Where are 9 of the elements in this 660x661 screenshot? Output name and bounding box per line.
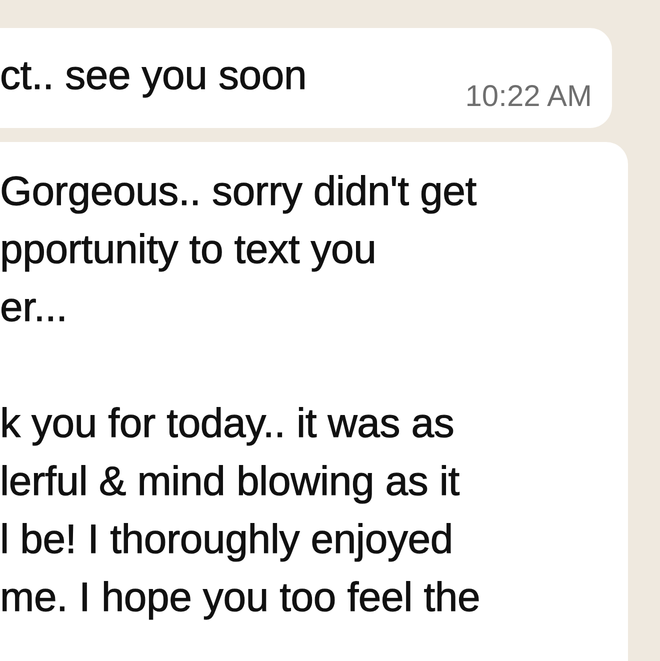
message-text: er...	[0, 283, 68, 332]
message-text: lerful & mind blowing as it	[0, 457, 460, 506]
message-text: me. I hope you too feel the	[0, 573, 482, 622]
message-text: k you for today.. it was as	[0, 399, 456, 448]
message-time: 10:22 AM	[465, 80, 592, 114]
message-text: ct.. see you soon	[0, 51, 307, 100]
message-text: pportunity to text you	[0, 225, 378, 274]
message-text: Gorgeous.. sorry didn't get	[0, 167, 478, 216]
message-text: l be! I thoroughly enjoyed	[0, 515, 454, 564]
